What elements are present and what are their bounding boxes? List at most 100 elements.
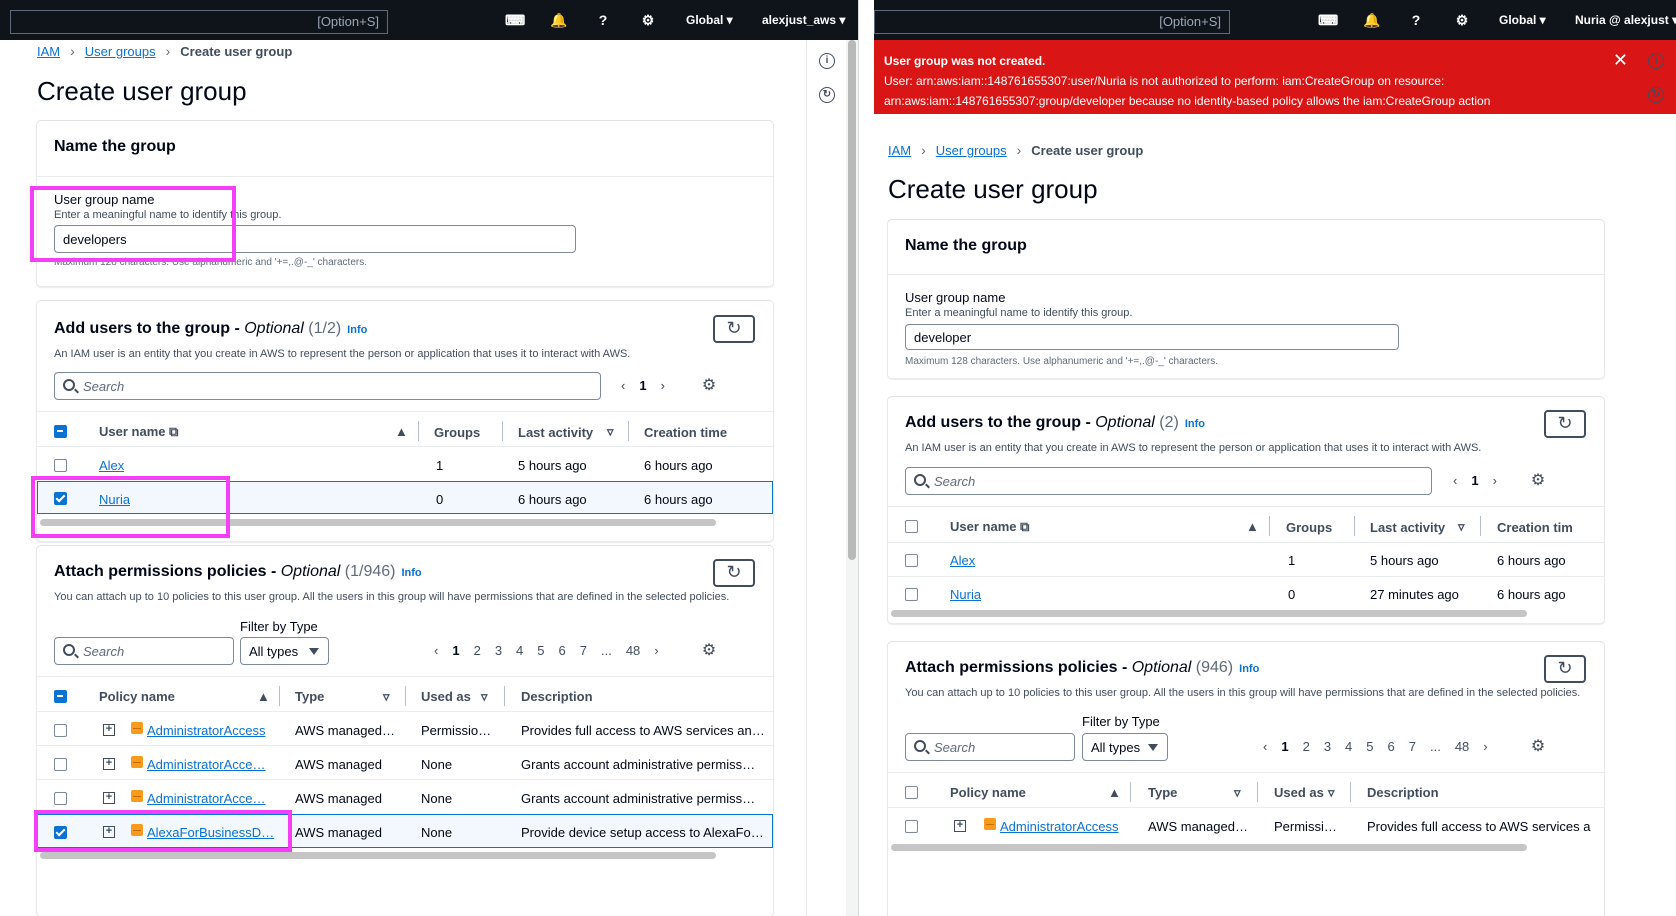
prev-page-icon[interactable]: ‹ xyxy=(1263,739,1267,754)
expand-icon[interactable]: + xyxy=(103,724,115,736)
row-checkbox[interactable] xyxy=(905,554,918,567)
cloudshell-icon[interactable]: ⌨ xyxy=(1318,12,1338,28)
info-link[interactable]: Info xyxy=(1239,663,1259,675)
page-number[interactable]: 1 xyxy=(639,378,646,393)
feedback-icon[interactable]: ↻ xyxy=(819,87,835,103)
expand-icon[interactable]: + xyxy=(954,820,966,832)
info-link[interactable]: Info xyxy=(1185,418,1205,430)
user-name-link[interactable]: Alex xyxy=(950,553,975,568)
policies-search-input[interactable]: Search xyxy=(54,637,234,665)
next-page-icon[interactable]: › xyxy=(1483,739,1487,754)
policy-name-link[interactable]: AdministratorAccess xyxy=(1000,819,1140,834)
next-page-icon[interactable]: › xyxy=(661,378,665,393)
settings-gear-icon[interactable]: ⚙ xyxy=(1454,12,1470,28)
page-7[interactable]: 7 xyxy=(1409,739,1416,754)
column-policy-name[interactable]: Policy name xyxy=(950,785,1026,800)
sort-ascending-icon[interactable]: ▲ xyxy=(1108,785,1121,800)
page-6[interactable]: 6 xyxy=(559,643,566,658)
info-panel-icon[interactable]: i xyxy=(1648,53,1664,69)
page-48[interactable]: 48 xyxy=(1455,739,1469,754)
table-horizontal-scrollbar[interactable] xyxy=(891,844,1527,851)
column-groups[interactable]: Groups xyxy=(434,425,480,440)
page-5[interactable]: 5 xyxy=(537,643,544,658)
account-menu[interactable]: alexjust_aws ▾ xyxy=(762,13,845,27)
info-link[interactable]: Info xyxy=(347,324,367,336)
page-1[interactable]: 1 xyxy=(1281,739,1288,754)
help-icon[interactable]: ? xyxy=(595,12,611,28)
next-page-icon[interactable]: › xyxy=(654,643,658,658)
column-last-activity[interactable]: Last activity xyxy=(1370,520,1445,535)
select-all-checkbox[interactable] xyxy=(905,786,918,799)
column-description[interactable]: Description xyxy=(521,689,593,704)
page-5[interactable]: 5 xyxy=(1366,739,1373,754)
expand-icon[interactable]: + xyxy=(103,792,115,804)
page-1[interactable]: 1 xyxy=(452,643,459,658)
page-3[interactable]: 3 xyxy=(1324,739,1331,754)
user-name-link[interactable]: Nuria xyxy=(950,587,981,602)
next-page-icon[interactable]: › xyxy=(1493,473,1497,488)
info-link[interactable]: Info xyxy=(401,567,421,579)
row-checkbox[interactable] xyxy=(54,459,67,472)
policy-name-link[interactable]: AdministratorAcce… xyxy=(147,791,287,806)
column-used-as[interactable]: Used as xyxy=(421,689,471,704)
sort-icon[interactable]: ▿ xyxy=(1234,785,1241,801)
sort-ascending-icon[interactable]: ▲ xyxy=(395,424,408,439)
page-4[interactable]: 4 xyxy=(516,643,523,658)
column-type[interactable]: Type xyxy=(295,689,324,704)
row-checkbox[interactable] xyxy=(54,758,67,771)
refresh-button[interactable]: ↻ xyxy=(713,559,755,587)
refresh-button[interactable]: ↻ xyxy=(1544,655,1586,683)
notifications-icon[interactable]: 🔔 xyxy=(1363,12,1380,28)
policies-search-input[interactable]: Search xyxy=(905,733,1075,761)
region-selector[interactable]: Global ▾ xyxy=(686,13,733,27)
select-all-checkbox[interactable] xyxy=(54,425,67,438)
sort-ascending-icon[interactable]: ▲ xyxy=(257,689,270,704)
user-name-link[interactable]: Alex xyxy=(99,458,124,473)
sort-icon[interactable]: ▿ xyxy=(607,424,614,440)
settings-gear-icon[interactable]: ⚙ xyxy=(640,12,656,28)
column-user-name[interactable]: User name ⧉ xyxy=(99,424,178,440)
column-creation-time[interactable]: Creation time xyxy=(644,425,727,440)
refresh-button[interactable]: ↻ xyxy=(1544,410,1586,438)
policy-name-link[interactable]: AdministratorAcce… xyxy=(147,757,287,772)
table-settings-gear-icon[interactable]: ⚙ xyxy=(1530,473,1546,489)
prev-page-icon[interactable]: ‹ xyxy=(621,378,625,393)
select-all-checkbox[interactable] xyxy=(54,690,67,703)
region-selector[interactable]: Global ▾ xyxy=(1499,13,1546,27)
type-filter-select[interactable]: All types xyxy=(1082,733,1168,761)
table-settings-gear-icon[interactable]: ⚙ xyxy=(1530,739,1546,755)
users-search-input[interactable]: Search xyxy=(905,467,1432,495)
table-horizontal-scrollbar[interactable] xyxy=(40,852,716,859)
breadcrumb-user-groups[interactable]: User groups xyxy=(936,143,1007,158)
sort-icon[interactable]: ▿ xyxy=(481,689,488,705)
column-policy-name[interactable]: Policy name xyxy=(99,689,175,704)
close-icon[interactable]: ✕ xyxy=(1613,50,1628,71)
users-search-input[interactable]: Search xyxy=(54,372,601,400)
expand-icon[interactable]: + xyxy=(103,758,115,770)
sort-icon[interactable]: ▿ xyxy=(383,689,390,705)
page-48[interactable]: 48 xyxy=(626,643,640,658)
table-settings-gear-icon[interactable]: ⚙ xyxy=(701,643,717,659)
column-creation-time[interactable]: Creation tim xyxy=(1497,520,1573,535)
breadcrumb-iam[interactable]: IAM xyxy=(888,143,911,158)
sort-icon[interactable]: ▿ xyxy=(1328,785,1335,801)
prev-page-icon[interactable]: ‹ xyxy=(1453,473,1457,488)
column-used-as[interactable]: Used as xyxy=(1274,785,1324,800)
row-checkbox[interactable] xyxy=(54,792,67,805)
table-horizontal-scrollbar[interactable] xyxy=(891,610,1527,617)
search-shortcut-hint[interactable]: [Option+S] xyxy=(874,10,1230,34)
page-scrollbar[interactable] xyxy=(846,40,858,916)
row-checkbox[interactable] xyxy=(905,820,918,833)
select-all-checkbox[interactable] xyxy=(905,520,918,533)
table-settings-gear-icon[interactable]: ⚙ xyxy=(701,378,717,394)
page-number[interactable]: 1 xyxy=(1471,473,1478,488)
column-description[interactable]: Description xyxy=(1367,785,1439,800)
feedback-icon[interactable]: ↻ xyxy=(1648,87,1664,103)
page-2[interactable]: 2 xyxy=(1303,739,1310,754)
policy-name-link[interactable]: AdministratorAccess xyxy=(147,723,287,738)
group-name-input[interactable]: developer xyxy=(905,324,1399,350)
page-6[interactable]: 6 xyxy=(1388,739,1395,754)
breadcrumb-user-groups[interactable]: User groups xyxy=(85,44,156,59)
notifications-icon[interactable]: 🔔 xyxy=(550,12,567,28)
account-menu[interactable]: Nuria @ alexjust ▾ xyxy=(1575,13,1676,27)
